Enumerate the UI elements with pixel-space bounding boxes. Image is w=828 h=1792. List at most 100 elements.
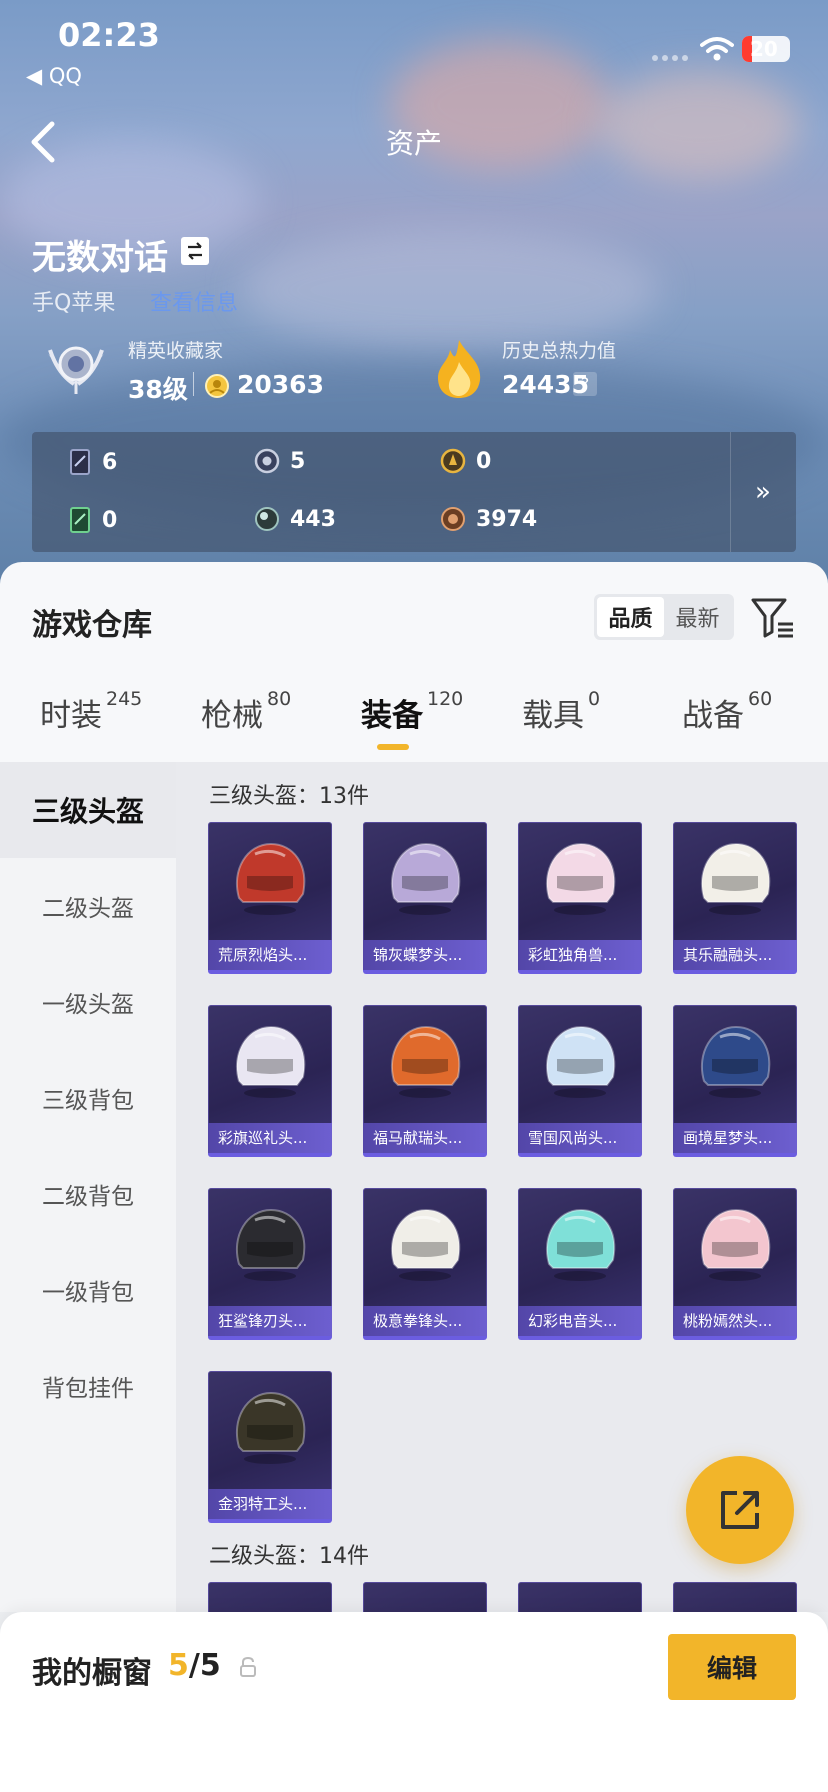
sidebar-item-level1-helmet[interactable]: 一级头盔 [0,954,176,1050]
item-card[interactable]: 雪国风尚头... [518,1005,642,1157]
helmet-icon [390,1208,461,1281]
helmet-icon [235,1391,306,1464]
item-card[interactable]: 彩旗巡礼头... [208,1005,332,1157]
resource-value: 0 [476,448,492,474]
sidebar-item-level3-helmet[interactable]: 三级头盔 [0,762,176,858]
helmet-icon [545,842,616,915]
item-name: 幻彩电音头... [518,1306,642,1336]
share-icon [721,1491,759,1529]
item-name: 彩虹独角兽... [518,940,642,970]
helmet-icon [700,1025,771,1098]
sidebar-item-backpack-charm[interactable]: 背包挂件 [0,1338,176,1434]
item-card[interactable]: 荒原烈焰头... [208,822,332,974]
flame-icon [438,340,481,398]
sort-quality-button[interactable]: 品质 [597,597,664,637]
item-name: 极意拳锋头... [363,1306,487,1336]
sort-newest-button[interactable]: 最新 [664,597,731,637]
tab-count: 80 [267,688,292,710]
tab-gear[interactable]: 战备 60 [682,688,773,735]
resource-value: 5 [290,448,306,474]
rank-level: 38级 [128,375,188,404]
tab-fashion[interactable]: 时装 245 [40,688,143,735]
sidebar-item-level1-backpack[interactable]: 一级背包 [0,1242,176,1338]
helmet-icon [545,1025,616,1098]
signal-icon [652,55,688,61]
item-card[interactable]: 锦灰蝶梦头... [363,822,487,974]
helmet-icon [700,842,771,915]
sort-toggle: 品质 最新 [594,594,734,640]
resource-value: 443 [290,506,336,532]
badge-silver-icon [254,448,280,474]
warehouse-title: 游戏仓库 [32,608,152,643]
platform-label: 手Q苹果 [32,291,116,316]
sidebar-item-level3-backpack[interactable]: 三级背包 [0,1050,176,1146]
resource-stat: 443 [254,506,336,532]
rank-title: 精英收藏家 [128,340,224,362]
helmet-icon [235,1208,306,1281]
showcase-total: /5 [188,1648,221,1683]
tab-label: 战备 [682,698,744,734]
green-card-icon [70,507,90,533]
swap-icon[interactable] [181,237,209,265]
helmet-icon [545,1208,616,1281]
section-title: 三级头盔：13件 [209,784,369,809]
item-card[interactable]: 幻彩电音头... [518,1188,642,1340]
resource-stat: 6 [68,448,117,476]
item-card[interactable]: 其乐融融头... [673,822,797,974]
item-card[interactable]: 彩虹独角兽... [518,822,642,974]
orb-icon [255,507,279,531]
resource-stat: 3974 [440,506,537,532]
tab-label: 枪械 [201,698,263,734]
tab-count: 60 [748,688,773,710]
share-button[interactable] [686,1456,794,1564]
item-card[interactable] [208,1582,332,1612]
tab-vehicles[interactable]: 载具 0 [522,688,601,735]
item-card[interactable]: 画境星梦头... [673,1005,797,1157]
resource-value: 3974 [476,506,538,532]
heat-label: 历史总热力值 [502,340,617,362]
item-name: 画境星梦头... [673,1123,797,1153]
section-title: 二级头盔：14件 [209,1544,369,1569]
resource-stat: 0 [440,448,491,474]
tab-weapons[interactable]: 枪械 80 [201,688,292,735]
item-name: 金羽特工头... [208,1489,332,1519]
tab-count: 0 [588,688,601,710]
wifi-icon [700,37,734,61]
tab-equipment[interactable]: 装备 120 [361,688,463,735]
sidebar-item-level2-backpack[interactable]: 二级背包 [0,1146,176,1242]
item-name: 雪国风尚头... [518,1123,642,1153]
divider [193,372,194,396]
item-card[interactable] [363,1582,487,1612]
item-name: 福马献瑞头... [363,1123,487,1153]
item-card[interactable] [518,1582,642,1612]
helmet-icon [235,1025,306,1098]
showcase-title: 我的橱窗 [32,1656,152,1691]
resource-value: 0 [102,507,118,533]
showcase-count: 5/5 [168,1648,221,1683]
item-card[interactable] [673,1582,797,1612]
item-name: 桃粉嫣然头... [673,1306,797,1336]
sidebar-item-level2-helmet[interactable]: 二级头盔 [0,858,176,954]
item-card[interactable]: 金羽特工头... [208,1371,332,1523]
help-icon[interactable]: ? [573,372,597,396]
helmet-icon [390,1025,461,1098]
item-card[interactable]: 桃粉嫣然头... [673,1188,797,1340]
coin-icon [205,374,229,398]
expand-stats-button[interactable]: » [730,432,796,552]
item-card[interactable]: 狂鲨锋刃头... [208,1188,332,1340]
tab-count: 245 [106,688,143,710]
platform-info-link[interactable]: 查看信息 [150,285,238,317]
sky-cloud [240,230,660,350]
filter-icon[interactable] [750,596,796,640]
item-card[interactable]: 极意拳锋头... [363,1188,487,1340]
sidebar: 三级头盔 二级头盔 一级头盔 三级背包 二级背包 一级背包 背包挂件 [0,762,176,1612]
bronze-coin-icon [441,507,465,531]
helmet-icon [235,842,306,915]
active-tab-indicator [377,744,409,750]
battery-level: 20 [750,37,778,61]
edit-button[interactable]: 编辑 [668,1634,796,1700]
item-card[interactable]: 福马献瑞头... [363,1005,487,1157]
back-to-app-link[interactable]: ◀ QQ [26,64,82,88]
resource-value: 6 [102,449,118,475]
status-time: 02:23 [58,16,160,54]
